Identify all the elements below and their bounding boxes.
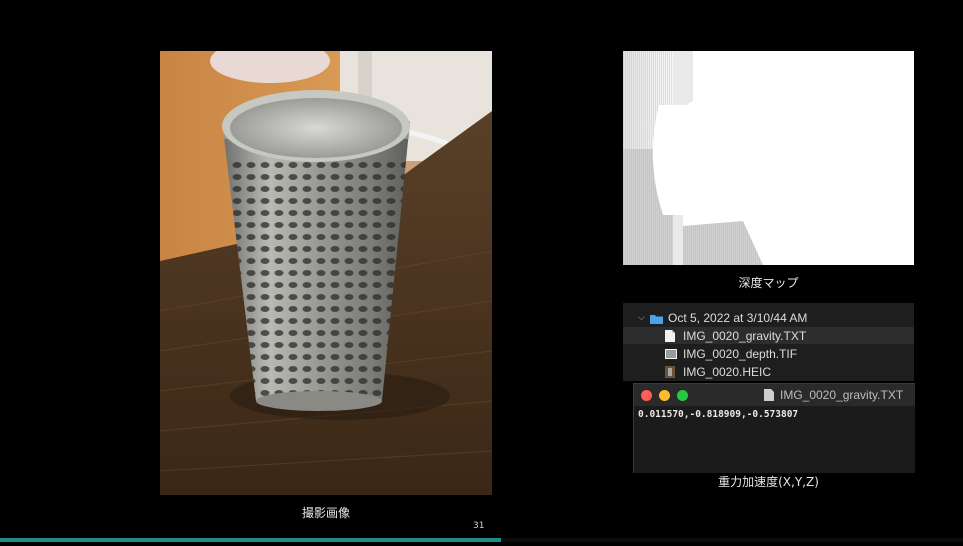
file-label-heic: IMG_0020.HEIC <box>683 364 772 379</box>
minimize-button[interactable] <box>659 390 670 401</box>
slide: 撮影画像 深度マップ ⌵ Oct 5, 2022 at 3/10/44 AM I… <box>0 0 963 546</box>
cup-photo-image <box>160 51 492 495</box>
photo-file-icon <box>665 365 675 378</box>
text-file-icon <box>665 329 675 342</box>
finder-file-list: ⌵ Oct 5, 2022 at 3/10/44 AM IMG_0020_gra… <box>623 303 914 381</box>
file-row-depth[interactable]: IMG_0020_depth.TIF <box>623 345 914 362</box>
folder-row[interactable]: ⌵ Oct 5, 2022 at 3/10/44 AM <box>623 309 914 326</box>
window-title-text: IMG_0020_gravity.TXT <box>780 388 904 402</box>
page-number: 31 <box>473 521 485 531</box>
slide-progress-bar <box>0 538 963 542</box>
window-titlebar: IMG_0020_gravity.TXT <box>634 384 915 406</box>
window-title: IMG_0020_gravity.TXT <box>764 388 903 402</box>
zoom-button[interactable] <box>677 390 688 401</box>
depth-caption: 深度マップ <box>738 276 799 290</box>
document-icon <box>764 389 774 401</box>
depth-map-image <box>623 51 914 265</box>
gravity-values-text[interactable]: 0.011570,-0.818909,-0.573807 <box>638 409 798 420</box>
folder-icon <box>650 313 663 324</box>
image-file-icon <box>665 348 677 360</box>
file-row-gravity[interactable]: IMG_0020_gravity.TXT <box>623 327 914 344</box>
file-row-heic[interactable]: IMG_0020.HEIC <box>623 363 914 380</box>
file-label-depth: IMG_0020_depth.TIF <box>683 346 798 361</box>
captured-photo <box>160 51 492 495</box>
depth-map <box>623 51 914 265</box>
slide-progress-fill <box>0 538 501 542</box>
chevron-down-icon[interactable]: ⌵ <box>638 312 648 323</box>
textedit-window: IMG_0020_gravity.TXT 0.011570,-0.818909,… <box>633 383 915 473</box>
folder-label: Oct 5, 2022 at 3/10/44 AM <box>668 310 808 325</box>
file-label-gravity: IMG_0020_gravity.TXT <box>683 328 807 343</box>
gravity-caption: 重力加速度(X,Y,Z) <box>718 475 819 489</box>
photo-caption: 撮影画像 <box>301 506 350 520</box>
close-button[interactable] <box>641 390 652 401</box>
